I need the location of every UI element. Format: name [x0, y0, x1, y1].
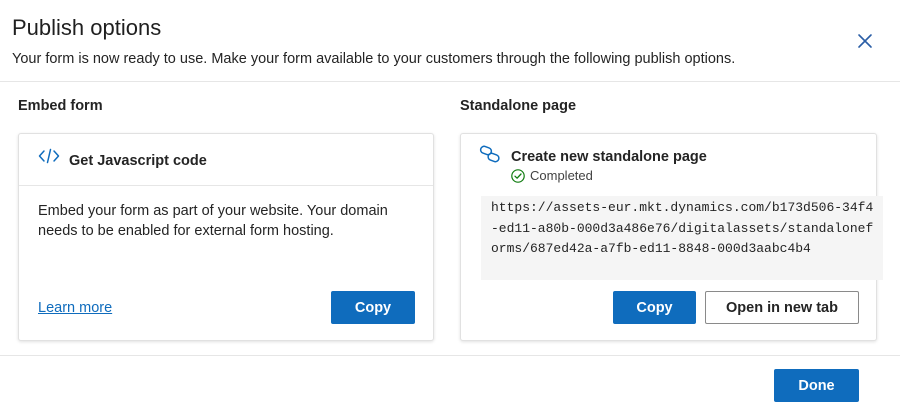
status-text: Completed [530, 168, 593, 183]
copy-javascript-button[interactable]: Copy [331, 291, 415, 324]
dialog-title: Publish options [12, 15, 162, 40]
embed-card-header: Get Javascript code [19, 134, 433, 186]
dialog-header: Publish options Your form is now ready t… [0, 0, 900, 82]
close-icon [858, 34, 872, 48]
copy-url-button[interactable]: Copy [613, 291, 696, 324]
dialog-subtitle: Your form is now ready to use. Make your… [12, 51, 736, 67]
code-icon [38, 148, 60, 164]
learn-more-link[interactable]: Learn more [38, 300, 112, 316]
link-icon [479, 145, 500, 163]
open-in-new-tab-button[interactable]: Open in new tab [705, 291, 859, 324]
status-badge: Completed [511, 168, 593, 183]
embed-card-title: Get Javascript code [69, 153, 207, 169]
standalone-section-label: Standalone page [460, 98, 577, 114]
done-button[interactable]: Done [774, 369, 859, 402]
embed-form-card: Get Javascript code Embed your form as p… [18, 133, 434, 341]
standalone-card-title: Create new standalone page [511, 149, 707, 165]
embed-section-label: Embed form [18, 98, 103, 114]
standalone-page-card: Create new standalone page Completed htt… [460, 133, 883, 341]
check-circle-icon [511, 168, 525, 183]
close-button[interactable] [854, 30, 876, 52]
embed-description: Embed your form as part of your website.… [38, 203, 388, 239]
standalone-url[interactable]: https://assets-eur.mkt.dynamics.com/b173… [491, 198, 881, 260]
footer-divider [0, 355, 900, 356]
